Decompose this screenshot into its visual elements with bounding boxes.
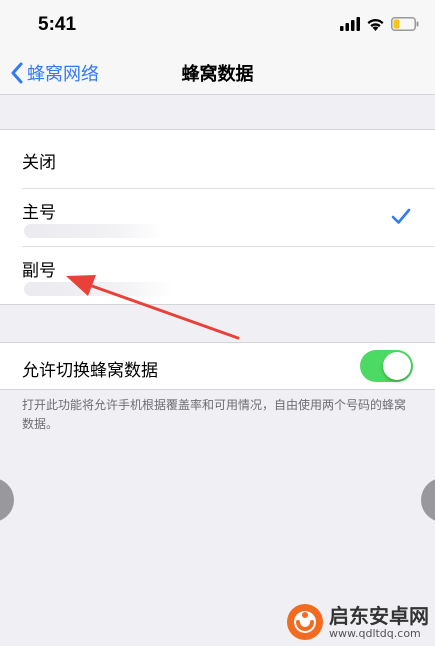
- data-switching-description: 打开此功能将允许手机根据覆盖率和可用情况，自由使用两个号码的蜂窝数据。: [22, 398, 407, 431]
- battery-icon: [391, 17, 419, 31]
- signal-bars-icon: [340, 17, 360, 31]
- page-title: 蜂窝数据: [181, 64, 254, 85]
- option-off[interactable]: 关闭: [0, 130, 435, 188]
- blurred-number: [24, 282, 174, 296]
- data-switching-row: 允许切换蜂窝数据: [0, 343, 435, 389]
- status-icons: [340, 17, 419, 31]
- status-bar: 5:41: [0, 0, 435, 52]
- navigation-bar: 蜂窝网络 蜂窝数据: [0, 52, 435, 95]
- checkmark-icon: [391, 208, 411, 224]
- toggle-knob: [383, 352, 411, 380]
- option-label: 关闭: [22, 153, 56, 173]
- right-edge-handle: [421, 478, 435, 522]
- wifi-icon: [367, 19, 384, 31]
- site-watermark: 启东安卓网 www.qdltdq.com: [285, 602, 429, 642]
- annotation-arrow-icon: [66, 275, 240, 340]
- watermark-logo-icon: [287, 604, 323, 640]
- status-time: 5:41: [38, 14, 77, 35]
- option-secondary[interactable]: 副号: [0, 246, 435, 304]
- option-label: 主号: [22, 203, 56, 223]
- watermark-text: 启东安卓网 www.qdltdq.com: [329, 605, 429, 640]
- option-label: 副号: [22, 261, 56, 281]
- watermark-url: www.qdltdq.com: [329, 626, 421, 640]
- option-primary[interactable]: 主号: [0, 188, 435, 246]
- watermark-name: 启东安卓网: [329, 603, 429, 628]
- data-switching-label: 允许切换蜂窝数据: [22, 361, 158, 381]
- data-switching-group: 允许切换蜂窝数据: [0, 342, 435, 390]
- blurred-number: [24, 224, 164, 238]
- data-switching-toggle[interactable]: [360, 350, 413, 382]
- data-line-options: 关闭 主号 副号: [0, 129, 435, 305]
- left-edge-handle: [0, 478, 14, 522]
